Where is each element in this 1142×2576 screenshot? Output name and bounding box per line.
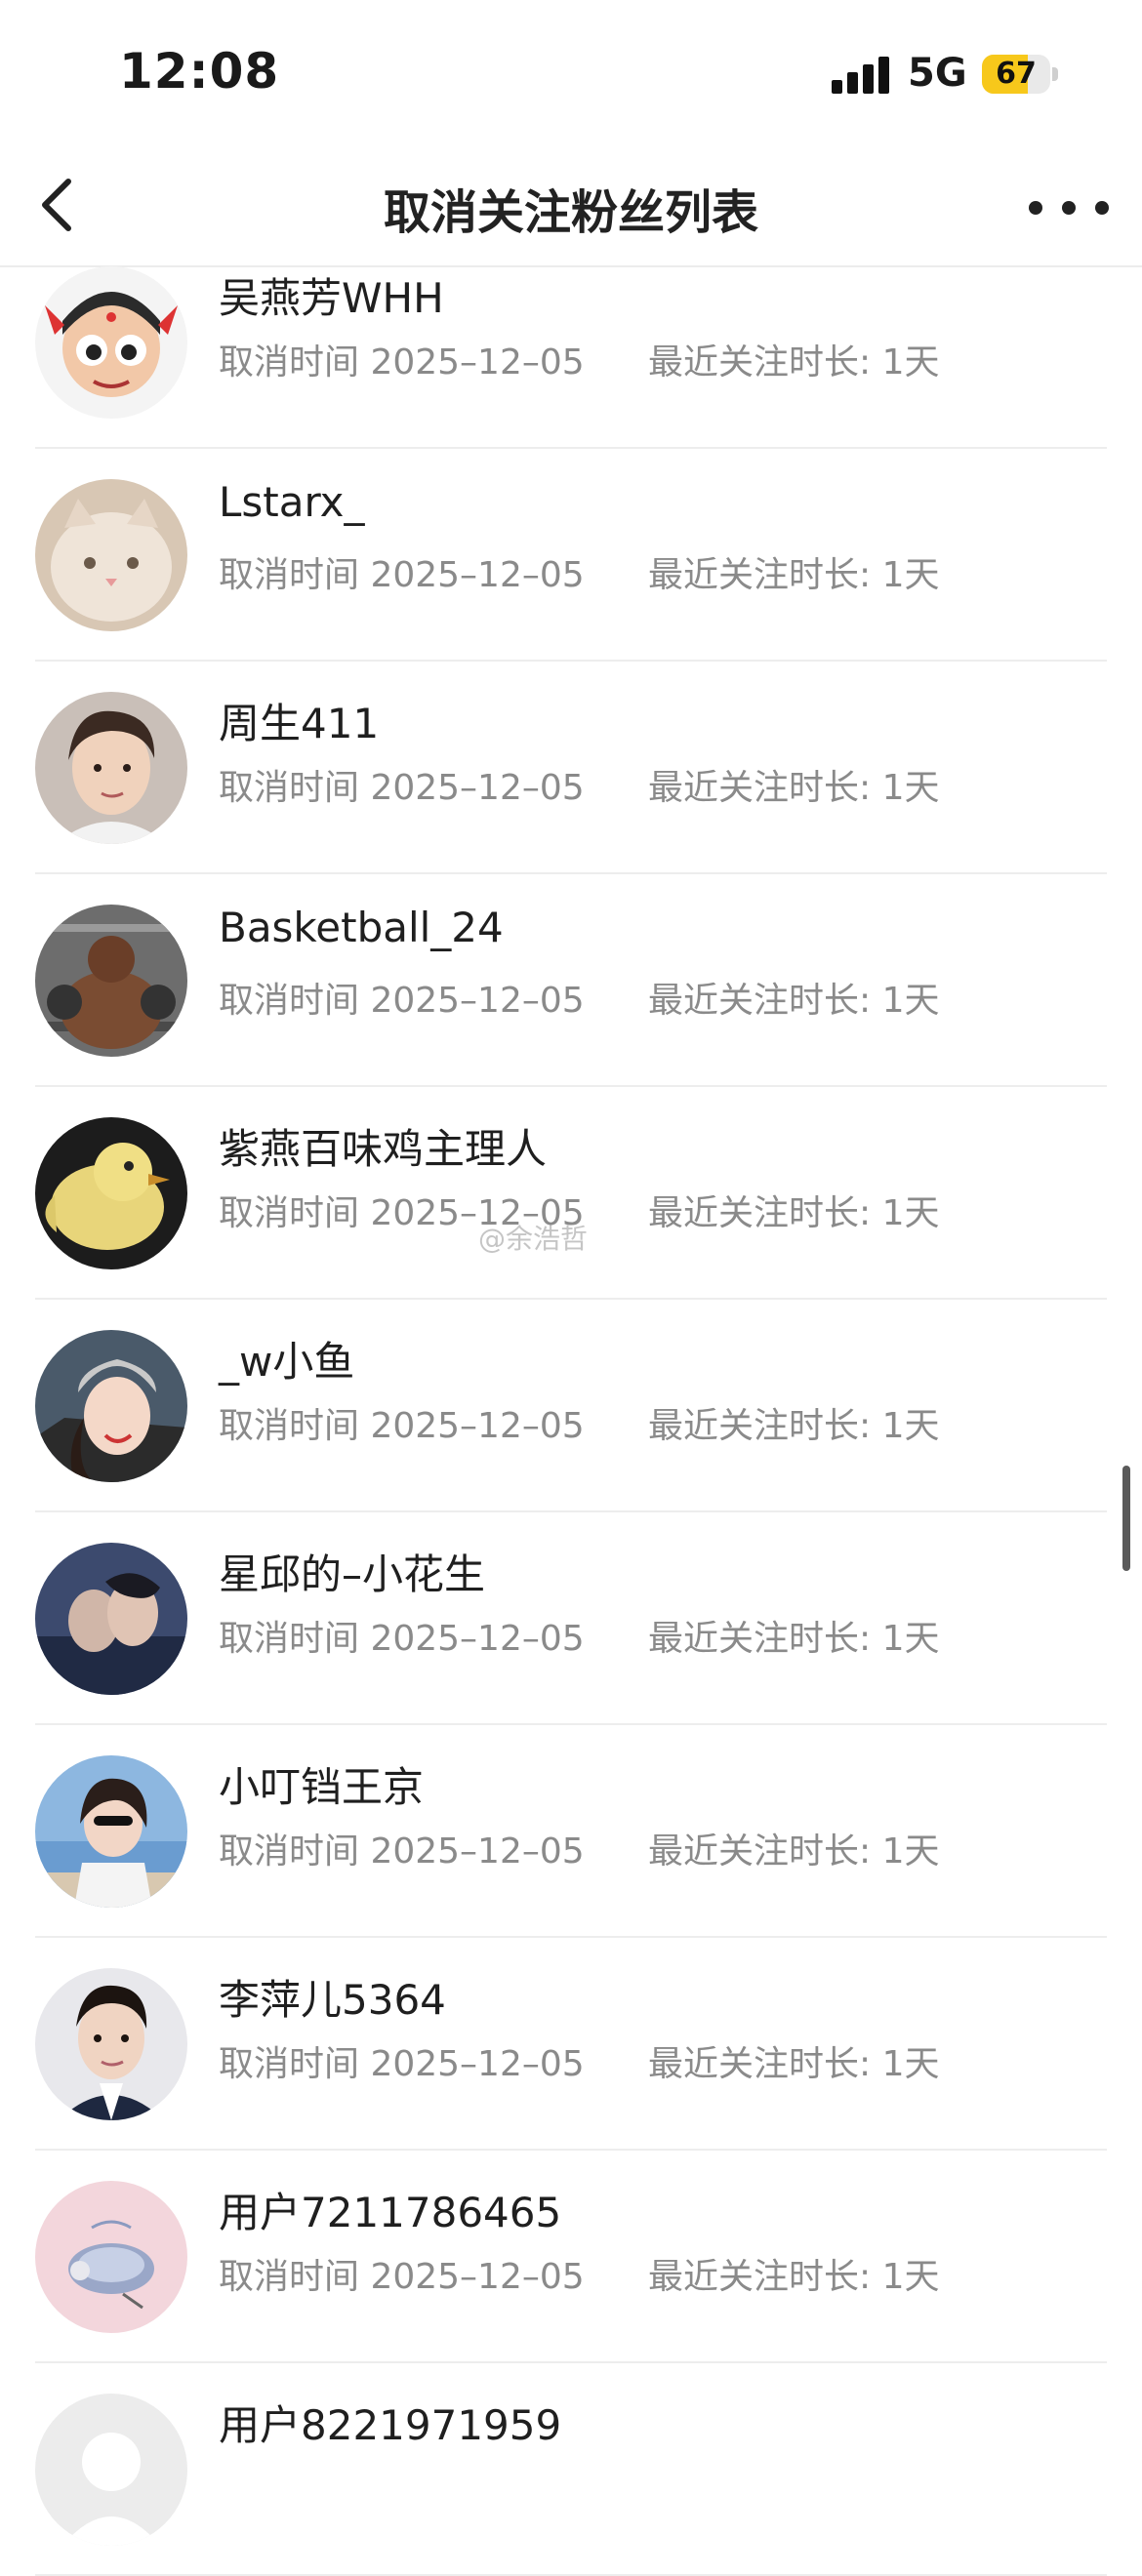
follow-duration: 最近关注时长: 1天 <box>648 1406 940 1446</box>
scrollbar[interactable] <box>1122 1466 1130 1571</box>
avatar[interactable] <box>35 2181 187 2333</box>
battery-icon: 67 <box>982 55 1058 94</box>
battery-level: 67 <box>996 57 1037 91</box>
avatar[interactable] <box>35 692 187 844</box>
avatar[interactable] <box>35 2394 187 2546</box>
fan-row[interactable]: 用户7211786465 取消时间 2025–12–05 最近关注时长: 1天 <box>0 2151 1142 2363</box>
fan-row[interactable]: 用户8221971959 <box>0 2363 1142 2576</box>
avatar[interactable] <box>35 905 187 1057</box>
fan-row[interactable]: 星邱的–小花生取消时间 2025–12–05 最近关注时长: 1天 <box>0 1512 1142 1725</box>
unfollow-time: 取消时间 2025–12–05 <box>219 1831 585 1872</box>
fan-name: Lstarx_ <box>219 478 365 526</box>
unfollow-time: 取消时间 2025–12–05 <box>219 2257 585 2297</box>
follow-duration: 最近关注时长: 1天 <box>648 1619 940 1659</box>
network-type: 5G <box>908 51 967 96</box>
follow-duration: 最近关注时长: 1天 <box>648 981 940 1021</box>
fan-name: 用户8221971959 <box>219 2401 562 2449</box>
unfollow-time: 取消时间 2025–12–05 <box>219 2044 585 2084</box>
unfollow-time: 取消时间 2025–12–05 <box>219 555 585 595</box>
more-dots-icon <box>1029 201 1042 215</box>
follow-duration: 最近关注时长: 1天 <box>648 1831 940 1872</box>
follow-duration: 最近关注时长: 1天 <box>648 342 940 382</box>
follow-duration: 最近关注时长: 1天 <box>648 2257 940 2297</box>
page-title: 取消关注粉丝列表 <box>383 185 758 240</box>
unfollow-time: 取消时间 2025–12–05 <box>219 768 585 808</box>
fan-name: 用户7211786465 <box>219 2189 562 2236</box>
avatar[interactable] <box>35 1117 187 1269</box>
follow-duration: 最近关注时长: 1天 <box>648 1193 940 1233</box>
avatar[interactable] <box>35 1543 187 1695</box>
fan-name: 吴燕芳WHH <box>219 274 444 322</box>
fan-row[interactable]: Lstarx_ 取消时间 2025–12–05 最近关注时长: 1天 <box>0 449 1142 662</box>
unfollow-time: 取消时间 2025–12–05 <box>219 342 585 382</box>
avatar[interactable] <box>35 479 187 631</box>
fan-name: 紫燕百味鸡主理人 <box>219 1125 548 1173</box>
fan-name: _w小鱼 <box>219 1338 355 1386</box>
fan-row[interactable]: 李萍儿5364 取消时间 2025–12–05 最近关注时长: 1天 <box>0 1938 1142 2151</box>
fan-name: 李萍儿5364 <box>219 1976 446 2024</box>
status-time: 12:08 <box>119 43 280 100</box>
fan-row[interactable]: _w小鱼取消时间 2025–12–05 最近关注时长: 1天 <box>0 1300 1142 1512</box>
fan-row[interactable]: 周生411 取消时间 2025–12–05 最近关注时长: 1天 <box>0 662 1142 874</box>
avatar[interactable] <box>35 266 187 419</box>
unfollow-time: 取消时间 2025–12–05 <box>219 1406 585 1446</box>
unfollow-time: 取消时间 2025–12–05 <box>219 981 585 1021</box>
watermark: @余浩哲 <box>478 1223 589 1255</box>
follow-duration: 最近关注时长: 1天 <box>648 555 940 595</box>
signal-icon <box>832 55 894 94</box>
avatar[interactable] <box>35 1968 187 2120</box>
fan-name: 小叮铛王京 <box>219 1763 425 1811</box>
fan-row[interactable]: 吴燕芳WHH 取消时间 2025–12–05 最近关注时长: 1天 <box>0 236 1142 449</box>
fan-name: 星邱的–小花生 <box>219 1550 486 1598</box>
fan-row[interactable]: 小叮铛王京取消时间 2025–12–05 最近关注时长: 1天 <box>0 1725 1142 1938</box>
chevron-left-icon <box>42 179 71 231</box>
follow-duration: 最近关注时长: 1天 <box>648 768 940 808</box>
status-bar: 12:08 5G 67 <box>0 0 1142 146</box>
unfollow-time: 取消时间 2025–12–05 <box>219 1619 585 1659</box>
follow-duration: 最近关注时长: 1天 <box>648 2044 940 2084</box>
fan-name: Basketball_24 <box>219 904 504 951</box>
more-button[interactable] <box>1025 176 1113 234</box>
avatar[interactable] <box>35 1330 187 1482</box>
avatar[interactable] <box>35 1755 187 1908</box>
back-button[interactable] <box>25 170 94 238</box>
fan-name: 周生411 <box>219 700 380 747</box>
fan-row[interactable]: 紫燕百味鸡主理人 取消时间 2025–12–05 最近关注时长: 1天 <box>0 1087 1142 1300</box>
fan-row[interactable]: Basketball_24 取消时间 2025–12–05 最近关注时长: 1天 <box>0 874 1142 1087</box>
